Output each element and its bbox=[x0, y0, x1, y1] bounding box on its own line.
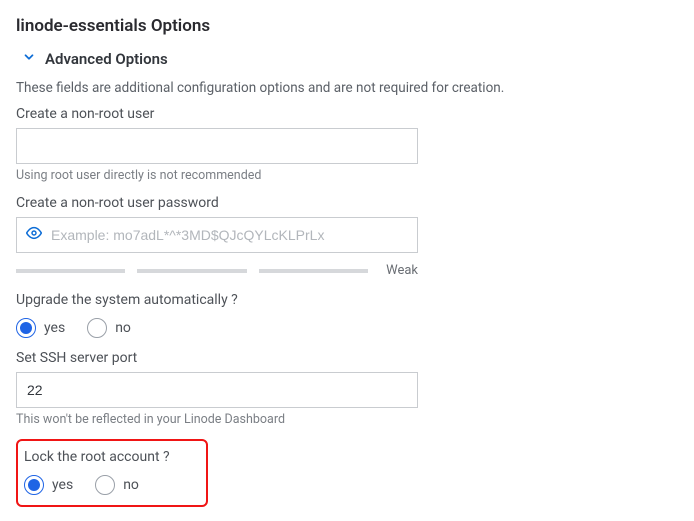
lock-root-label: Lock the root account ? bbox=[24, 449, 196, 465]
nonroot-pw-input[interactable] bbox=[16, 217, 418, 253]
lock-root-highlight: Lock the root account ? yes no bbox=[16, 439, 208, 507]
lock-root-yes-label: yes bbox=[52, 477, 73, 493]
upgrade-radio-group: yes no bbox=[16, 318, 678, 338]
advanced-options-hint: These fields are additional configuratio… bbox=[16, 80, 678, 96]
password-strength-meter: Weak bbox=[16, 263, 418, 278]
nonroot-user-hint: Using root user directly is not recommen… bbox=[16, 168, 678, 183]
upgrade-no-label: no bbox=[115, 320, 131, 336]
radio-icon bbox=[95, 475, 115, 495]
radio-icon bbox=[16, 318, 36, 338]
ssh-port-label: Set SSH server port bbox=[16, 350, 678, 366]
radio-icon bbox=[24, 475, 44, 495]
ssh-port-input[interactable] bbox=[16, 372, 418, 408]
upgrade-yes-label: yes bbox=[44, 320, 65, 336]
nonroot-user-label: Create a non-root user bbox=[16, 106, 678, 122]
radio-icon bbox=[87, 318, 107, 338]
advanced-options-label: Advanced Options bbox=[45, 50, 168, 68]
strength-label: Weak bbox=[380, 263, 418, 278]
advanced-options-toggle[interactable]: Advanced Options bbox=[22, 50, 678, 68]
lock-root-radio-yes[interactable]: yes bbox=[24, 475, 73, 495]
lock-root-no-label: no bbox=[123, 477, 139, 493]
lock-root-radio-no[interactable]: no bbox=[95, 475, 139, 495]
strength-bar-3 bbox=[259, 269, 368, 273]
upgrade-radio-yes[interactable]: yes bbox=[16, 318, 65, 338]
nonroot-user-input[interactable] bbox=[16, 128, 418, 164]
lock-root-radio-group: yes no bbox=[24, 475, 196, 495]
strength-bar-1 bbox=[16, 269, 125, 273]
strength-bar-2 bbox=[137, 269, 246, 273]
nonroot-pw-label: Create a non-root user password bbox=[16, 195, 678, 211]
upgrade-label: Upgrade the system automatically ? bbox=[16, 292, 678, 308]
page-title: linode-essentials Options bbox=[16, 16, 678, 36]
ssh-port-hint: This won't be reflected in your Linode D… bbox=[16, 412, 678, 427]
upgrade-radio-no[interactable]: no bbox=[87, 318, 131, 338]
chevron-down-icon bbox=[22, 50, 36, 68]
eye-icon[interactable] bbox=[26, 225, 42, 245]
